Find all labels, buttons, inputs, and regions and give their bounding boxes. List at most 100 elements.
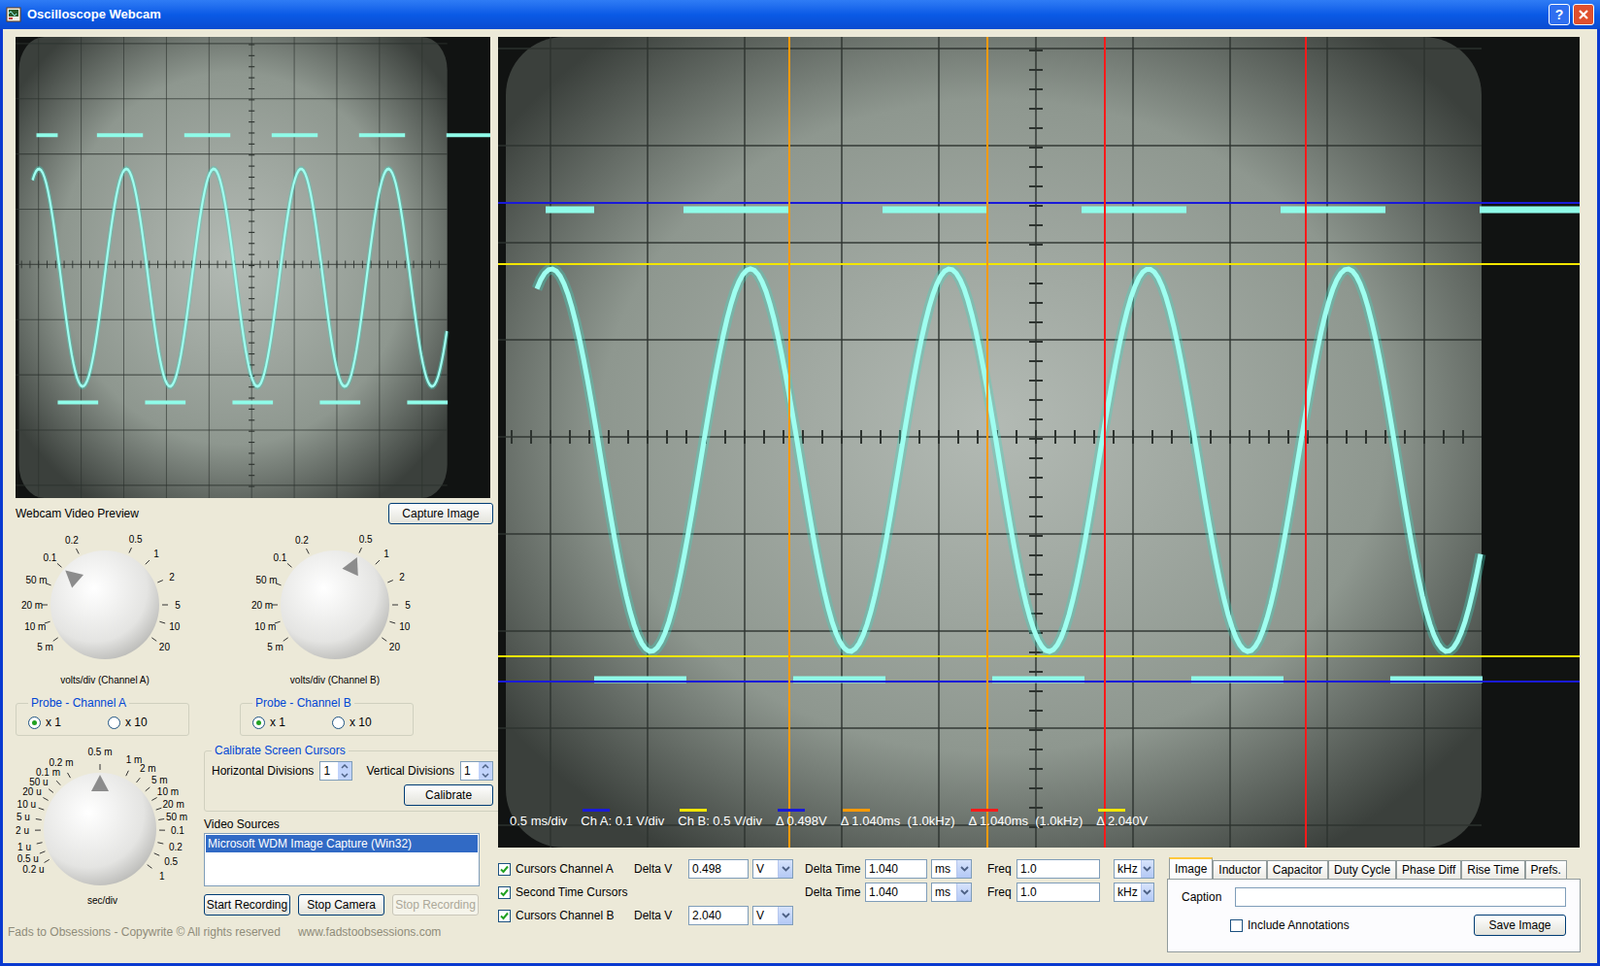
checkbox[interactable]: [498, 909, 511, 923]
chevron-down-icon: [960, 889, 969, 896]
title-bar[interactable]: Oscilloscope Webcam?: [0, 0, 1600, 30]
button[interactable]: Stop Camera: [298, 894, 385, 916]
field-label: Horizontal Divisions: [211, 762, 314, 780]
dial-label: 0.2 u: [22, 864, 44, 875]
text-field[interactable]: 1.040: [865, 859, 928, 879]
tab[interactable]: Image: [1168, 857, 1213, 879]
tab[interactable]: Duty Cycle: [1328, 860, 1397, 879]
radio-option[interactable]: x 10: [107, 713, 148, 732]
unit-dropdown[interactable]: V: [752, 905, 794, 926]
checkbox[interactable]: [498, 886, 511, 900]
dropdown-arrow[interactable]: [1140, 883, 1154, 901]
unit-wrap: ms: [931, 882, 972, 902]
cursor-toggle[interactable]: Second Time Cursors: [498, 883, 634, 901]
dial-caption: volts/div (Channel A): [60, 674, 150, 687]
bottom-left: 0.2 u0.5 u1 u2 u5 u10 u20 u50 u0.1 m0.2 …: [2, 739, 496, 916]
dropdown-arrow[interactable]: [1140, 860, 1154, 878]
tab[interactable]: Prefs.: [1525, 860, 1567, 879]
dial-label: 5 m: [36, 641, 54, 653]
dropdown-arrow[interactable]: [956, 883, 971, 901]
tools-panel: ImageInductorCapacitorDuty CyclePhase Di…: [1166, 857, 1581, 953]
calibrate-button-row: Calibrate: [211, 784, 494, 806]
close-icon: [1577, 8, 1590, 21]
cursor-lines[interactable]: [498, 36, 1580, 848]
spinner-arrows[interactable]: [478, 762, 493, 780]
save-row: Include Annotations Save Image: [1181, 914, 1567, 936]
cursor-toggle[interactable]: Cursors Channel A: [498, 860, 634, 878]
button[interactable]: Calibrate: [403, 784, 494, 806]
annotation-color-bar: [679, 808, 707, 812]
include-annotations[interactable]: Include Annotations: [1230, 916, 1350, 934]
text-field[interactable]: [1234, 887, 1567, 907]
spinner[interactable]: 1: [460, 761, 494, 781]
dial-area[interactable]: 5 m10 m20 m50 m0.10.20.51251020: [237, 529, 433, 675]
radio-button[interactable]: [107, 716, 121, 730]
dial-label: 5: [404, 600, 411, 611]
button[interactable]: Start Recording: [203, 894, 291, 916]
dial-label: 20 m: [163, 798, 185, 809]
caption-row: Caption: [1181, 887, 1567, 907]
footer: Fads to Obsessions - Copywrite © All rig…: [2, 923, 496, 941]
dial-area[interactable]: 0.2 u0.5 u1 u2 u5 u10 u20 u50 u0.1 m0.2 …: [2, 739, 202, 896]
dial-label: 0.1: [272, 551, 287, 563]
cursor-row: Second Time CursorsDelta Time1.040msFreq…: [498, 880, 1155, 904]
checkbox[interactable]: [498, 863, 511, 876]
dial[interactable]: 5 m10 m20 m50 m0.10.20.51251020volts/div…: [237, 529, 433, 693]
text-field[interactable]: 1.040: [865, 882, 928, 902]
check-icon: [500, 865, 509, 874]
close-button[interactable]: [1572, 3, 1595, 26]
dial-label: 1 u: [17, 840, 32, 852]
unit-dropdown[interactable]: kHz: [1113, 859, 1155, 879]
button[interactable]: Capture Image: [388, 502, 494, 525]
radio-button[interactable]: [252, 716, 266, 730]
tab[interactable]: Phase Diff: [1396, 860, 1462, 879]
captured-image: 0.5 ms/divCh A: 0.1 V/divCh B: 0.5 V/div…: [498, 36, 1580, 848]
text-field[interactable]: 1.0: [1016, 859, 1100, 879]
radio-option[interactable]: x 1: [28, 713, 62, 732]
radio-button[interactable]: [332, 716, 345, 730]
unit-dropdown[interactable]: V: [752, 859, 794, 879]
radio-option[interactable]: x 1: [252, 713, 286, 732]
dial[interactable]: 5 m10 m20 m50 m0.10.20.51251020volts/div…: [7, 529, 202, 693]
tab[interactable]: Capacitor: [1266, 860, 1329, 879]
unit-dropdown[interactable]: ms: [931, 859, 972, 879]
radio-row: x 1 x 10: [252, 713, 401, 732]
unit-dropdown[interactable]: kHz: [1113, 882, 1155, 902]
text-field[interactable]: 2.040: [688, 905, 749, 926]
button[interactable]: Save Image: [1473, 914, 1567, 936]
radio-button[interactable]: [28, 716, 41, 730]
window-body: Webcam Video PreviewCapture Image5 m10 m…: [2, 29, 1598, 964]
list-item[interactable]: Microsoft WDM Image Capture (Win32): [205, 834, 478, 853]
annotation-text: Ch B: 0.5 V/div: [677, 811, 763, 832]
help-button[interactable]: ?: [1548, 3, 1570, 26]
calibrate-group: Calibrate Screen CursorsHorizontal Divis…: [203, 741, 501, 812]
dial-label: 50 m: [166, 811, 188, 823]
unit-dropdown[interactable]: ms: [931, 882, 972, 902]
dropdown-value: V: [753, 906, 778, 925]
dropdown-arrow[interactable]: [777, 860, 793, 878]
tab[interactable]: Inductor: [1212, 860, 1267, 879]
dial-area[interactable]: 5 m10 m20 m50 m0.10.20.51251020: [7, 529, 202, 675]
radio-option[interactable]: x 10: [332, 713, 372, 732]
check-icon: [500, 888, 509, 898]
radio-label: x 10: [349, 713, 372, 732]
annotation-color-bar: [842, 808, 870, 812]
cursor-row: Cursors Channel ADelta V0.498VDelta Time…: [498, 857, 1155, 881]
dropdown-arrow[interactable]: [777, 906, 793, 925]
dropdown-arrow[interactable]: [956, 860, 971, 878]
spinner-arrows[interactable]: [337, 762, 352, 780]
text-field[interactable]: 1.0: [1016, 882, 1100, 902]
cursor-controls: Cursors Channel ADelta V0.498VDelta Time…: [498, 857, 1155, 953]
video-sources-list[interactable]: Microsoft WDM Image Capture (Win32): [203, 833, 480, 887]
dial[interactable]: 0.2 u0.5 u1 u2 u5 u10 u20 u50 u0.1 m0.2 …: [2, 739, 202, 916]
spinner[interactable]: 1: [319, 761, 353, 781]
checkbox[interactable]: [1230, 919, 1243, 933]
website-link[interactable]: www.fadstoobsessions.com: [298, 923, 441, 941]
arrow-down-icon: [478, 770, 493, 780]
tab[interactable]: Rise Time: [1461, 860, 1525, 879]
dial-label: 5 m: [151, 773, 168, 785]
cursor-toggle[interactable]: Cursors Channel B: [498, 906, 634, 925]
button[interactable]: Stop Recording: [392, 894, 479, 916]
text-field[interactable]: 0.498: [688, 859, 749, 879]
dial-label: 5: [174, 600, 181, 611]
